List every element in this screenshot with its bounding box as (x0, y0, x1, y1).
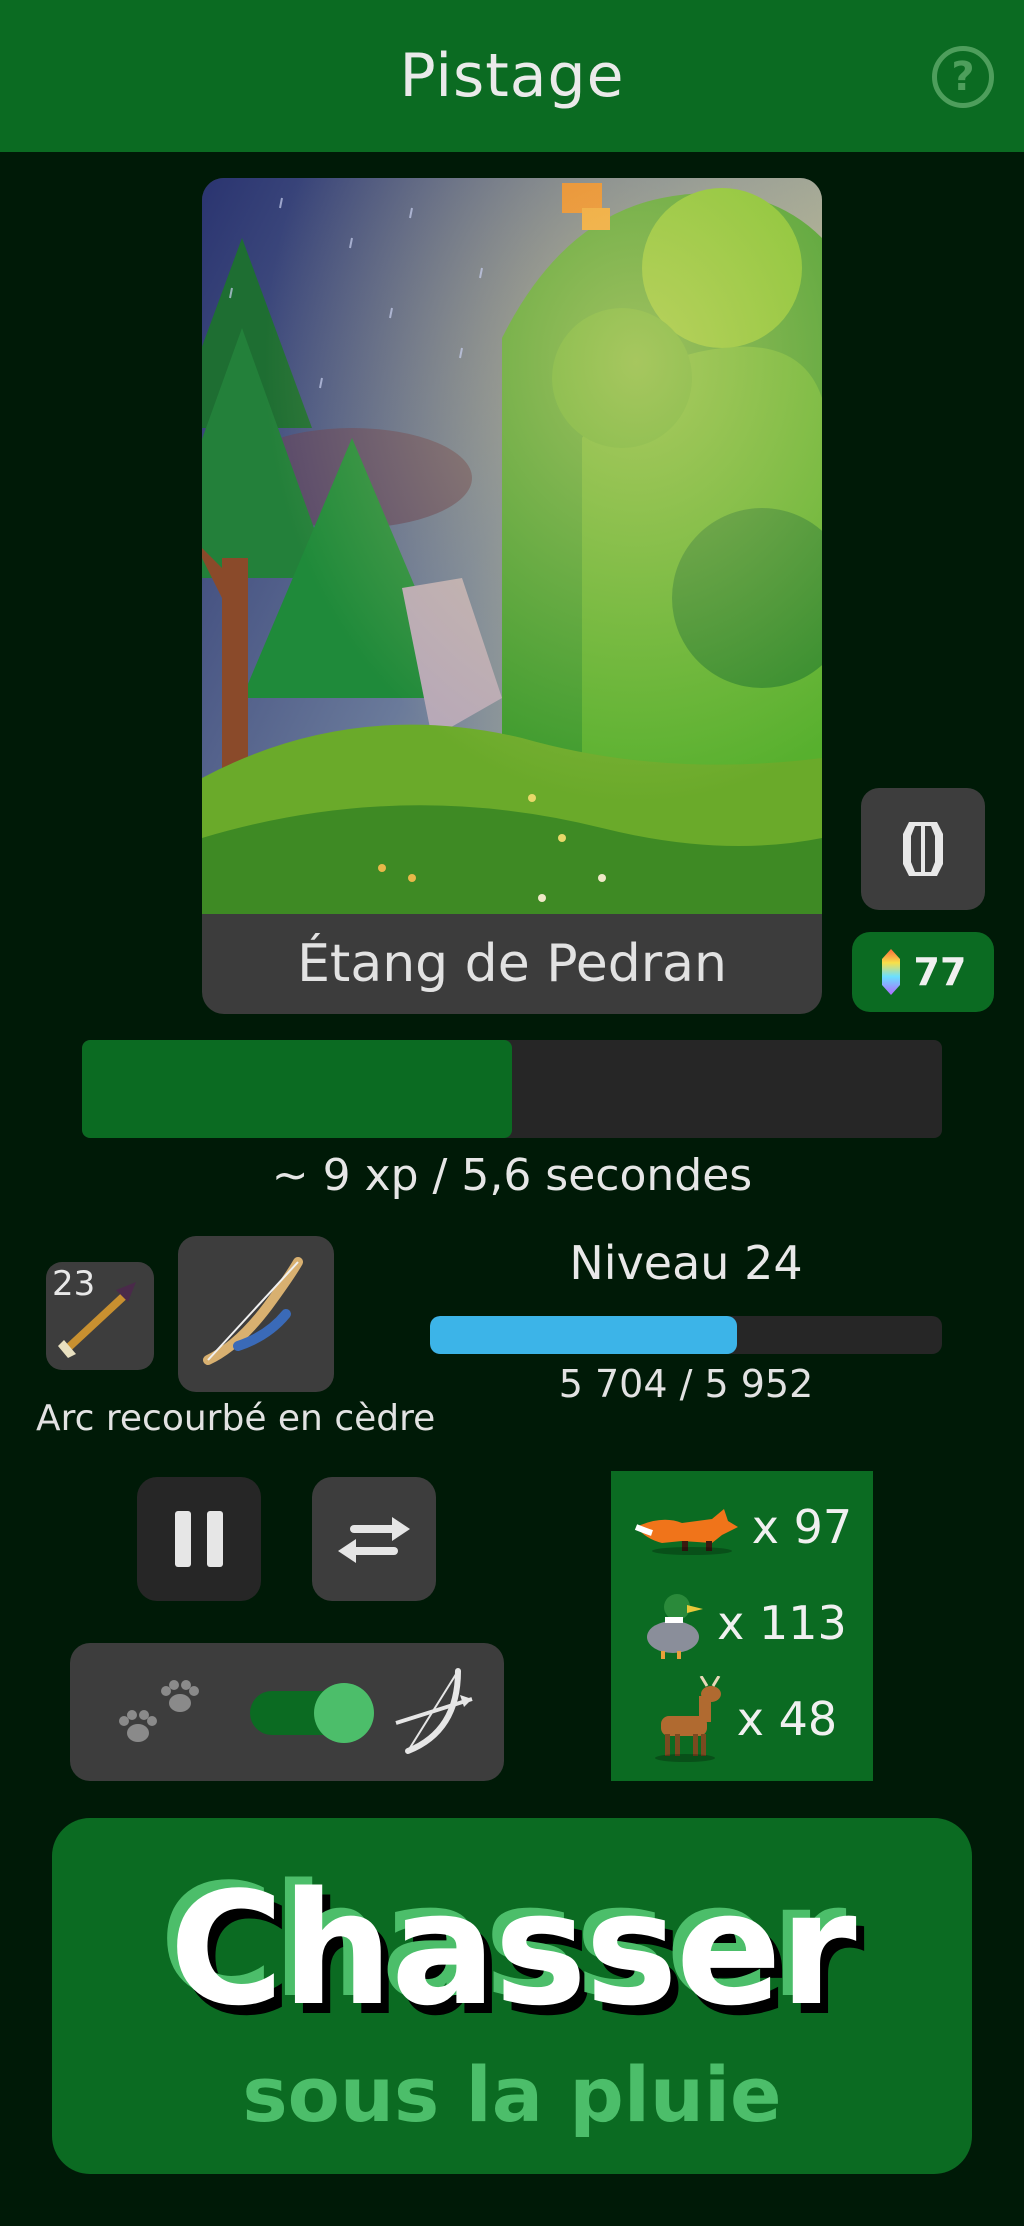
bow-icon (395, 1668, 473, 1754)
loot-count: x 97 (751, 1500, 853, 1554)
mode-toggle-knob[interactable] (314, 1683, 374, 1743)
hunt-button[interactable]: Chasser sous la pluie (52, 1818, 972, 2174)
level-title: Niveau 24 (569, 1236, 803, 1290)
hunt-button-title: Chasser (169, 1858, 856, 2040)
help-button[interactable]: ? (932, 46, 994, 108)
loot-item-deer: x 48 (611, 1671, 873, 1767)
weapon-name: Arc recourbé en cèdre (36, 1398, 436, 1439)
swap-button[interactable] (312, 1477, 436, 1601)
app-header: Pistage (0, 0, 1024, 152)
forest-scene-image (202, 178, 822, 914)
crystal-outline-icon (903, 822, 943, 876)
pause-button[interactable] (137, 1477, 261, 1601)
paw-prints-icon (119, 1680, 199, 1742)
question-mark-icon: ? (951, 54, 975, 100)
location-name: Étang de Pedran (297, 934, 727, 994)
duck-icon (647, 1594, 704, 1659)
rainbow-crystal-icon (881, 949, 900, 995)
recurve-bow-icon (203, 1257, 303, 1365)
crystal-counter: 77 (852, 932, 994, 1012)
weapon-slot[interactable] (178, 1236, 334, 1392)
hunt-progress-bar (82, 1040, 942, 1138)
hunt-progress-fill (82, 1040, 512, 1138)
page-title: Pistage (399, 41, 625, 111)
xp-rate-text: ~ 9 xp / 5,6 secondes (271, 1150, 753, 1201)
gem-button[interactable] (861, 788, 985, 910)
crystal-count: 77 (913, 950, 967, 994)
pause-icon (175, 1511, 223, 1567)
arrow-icon (58, 1282, 136, 1358)
swap-icon (338, 1517, 410, 1563)
level-progress-bar (430, 1316, 942, 1354)
ammo-slot[interactable]: 23 (46, 1262, 154, 1370)
level-progress-fill (430, 1316, 738, 1354)
level-xp-text: 5 704 / 5 952 (558, 1362, 814, 1406)
location-card: Étang de Pedran (202, 178, 822, 1014)
hunt-mode-toggle-panel (70, 1643, 504, 1781)
hunt-button-subtitle: sous la pluie (242, 2050, 782, 2139)
fox-icon (634, 1509, 738, 1555)
loot-count: x 113 (717, 1596, 847, 1650)
loot-count: x 48 (736, 1692, 838, 1746)
deer-icon (654, 1676, 721, 1762)
loot-item-duck: x 113 (611, 1575, 873, 1671)
loot-item-fox: x 97 (611, 1479, 873, 1575)
loot-panel: x 97 x 113 x 48 (611, 1471, 873, 1781)
